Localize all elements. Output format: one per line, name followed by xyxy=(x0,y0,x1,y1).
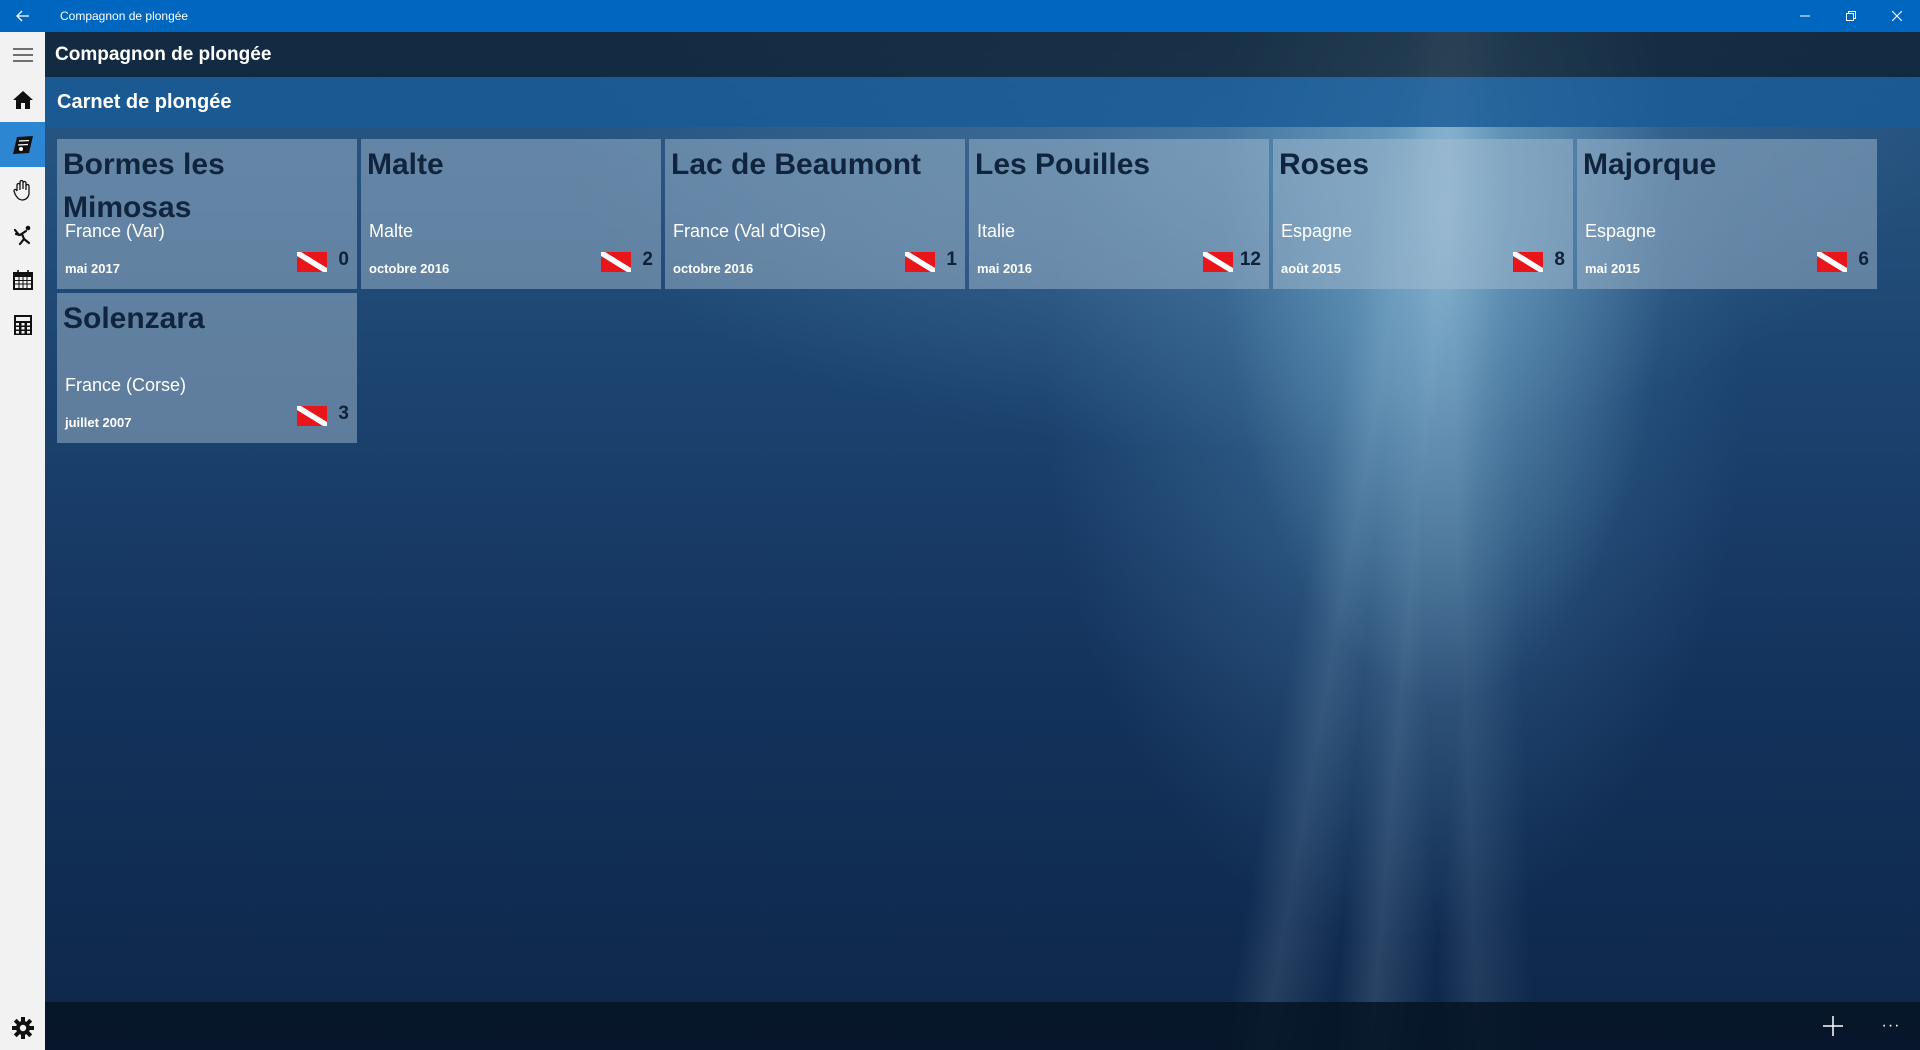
minimize-icon xyxy=(1800,15,1810,17)
gear-icon xyxy=(11,1016,34,1039)
dive-flag-icon xyxy=(1817,252,1847,272)
page-header: Carnet de plongée xyxy=(45,77,1920,127)
trip-tile[interactable]: Lac de Beaumont France (Val d'Oise) octo… xyxy=(665,139,965,289)
trip-date: juillet 2007 xyxy=(65,415,132,430)
trip-country: France (Corse) xyxy=(65,375,187,395)
trip-name: Malte xyxy=(367,148,444,181)
trip-tile[interactable]: Bormes les Mimosas France (Var) mai 2017… xyxy=(57,139,357,289)
dive-count: 1 xyxy=(946,249,957,270)
dive-count: 8 xyxy=(1554,249,1565,270)
page-title: Carnet de plongée xyxy=(57,90,232,113)
nav-item-diver[interactable] xyxy=(0,212,45,257)
trip-date: mai 2015 xyxy=(1585,261,1640,276)
nav-menu-button[interactable] xyxy=(0,32,45,77)
nav-item-calculator[interactable] xyxy=(0,302,45,347)
dive-count: 0 xyxy=(338,249,349,270)
dive-count: 2 xyxy=(642,249,653,270)
trip-tile[interactable]: Les Pouilles Italie mai 2016 12 xyxy=(969,139,1269,289)
nav-item-logbook[interactable] xyxy=(0,122,45,167)
home-icon xyxy=(12,90,33,109)
add-trip-button[interactable] xyxy=(1804,1002,1862,1050)
title-bar: Compagnon de plongée xyxy=(0,0,1920,32)
more-options-button[interactable]: ··· xyxy=(1862,1002,1920,1050)
trip-name: Majorque xyxy=(1583,148,1717,181)
trip-country: France (Var) xyxy=(65,221,165,241)
more-ellipsis-icon: ··· xyxy=(1881,1017,1901,1034)
plus-icon xyxy=(1823,1016,1843,1036)
trip-date: octobre 2016 xyxy=(673,261,754,276)
trip-grid: Bormes les Mimosas France (Var) mai 2017… xyxy=(57,139,1877,443)
hand-signal-icon xyxy=(12,179,30,201)
logbook-icon xyxy=(12,135,33,154)
app-title: Compagnon de plongée xyxy=(55,43,272,65)
trip-date: mai 2016 xyxy=(977,261,1032,276)
dive-flag-icon xyxy=(1203,252,1233,272)
trip-name: Solenzara xyxy=(63,302,205,335)
trip-country: Espagne xyxy=(1585,221,1657,241)
trip-date: mai 2017 xyxy=(65,261,120,276)
dive-flag-icon xyxy=(905,252,935,272)
diver-icon xyxy=(13,225,30,245)
dive-count: 12 xyxy=(1239,249,1261,270)
dive-flag-icon xyxy=(297,252,327,272)
trip-name: Roses xyxy=(1279,148,1370,181)
calculator-icon xyxy=(13,314,32,335)
trip-country: Espagne xyxy=(1281,221,1353,241)
dive-count: 6 xyxy=(1858,249,1869,270)
nav-item-home[interactable] xyxy=(0,77,45,122)
dive-count: 3 xyxy=(338,403,349,424)
dive-flag-icon xyxy=(1513,252,1543,272)
nav-item-settings[interactable] xyxy=(0,1005,45,1050)
trip-country: Malte xyxy=(369,221,414,241)
back-button[interactable] xyxy=(0,0,46,32)
trip-tile[interactable]: Roses Espagne août 2015 8 xyxy=(1273,139,1573,289)
calendar-icon xyxy=(12,269,33,290)
close-icon xyxy=(1892,11,1902,21)
dive-flag-icon xyxy=(297,406,327,426)
trip-name: Les Pouilles xyxy=(975,148,1151,181)
trip-country: France (Val d'Oise) xyxy=(673,221,827,241)
trip-tile[interactable]: Malte Malte octobre 2016 2 xyxy=(361,139,661,289)
app-header: Compagnon de plongée xyxy=(45,32,1920,77)
minimize-button[interactable] xyxy=(1782,0,1828,32)
nav-item-calendar[interactable] xyxy=(0,257,45,302)
hamburger-icon xyxy=(12,47,33,62)
nav-pane xyxy=(0,32,45,1050)
trip-tile[interactable]: Solenzara France (Corse) juillet 2007 3 xyxy=(57,293,357,443)
trip-tile[interactable]: Majorque Espagne mai 2015 6 xyxy=(1577,139,1877,289)
back-arrow-icon xyxy=(16,10,29,22)
trip-country: Italie xyxy=(977,221,1016,241)
close-button[interactable] xyxy=(1874,0,1920,32)
trip-date: août 2015 xyxy=(1281,261,1341,276)
dive-flag-icon xyxy=(601,252,631,272)
nav-item-hand-signals[interactable] xyxy=(0,167,45,212)
trip-name: Lac de Beaumont xyxy=(671,148,922,181)
main-content: Compagnon de plongée Carnet de plongée B… xyxy=(45,32,1920,1050)
trip-date: octobre 2016 xyxy=(369,261,450,276)
restore-button[interactable] xyxy=(1828,0,1874,32)
restore-icon xyxy=(1846,11,1856,21)
window-title: Compagnon de plongée xyxy=(60,9,189,23)
command-bar: ··· xyxy=(45,1002,1920,1050)
trip-name: Bormes les Mimosas xyxy=(63,148,225,224)
